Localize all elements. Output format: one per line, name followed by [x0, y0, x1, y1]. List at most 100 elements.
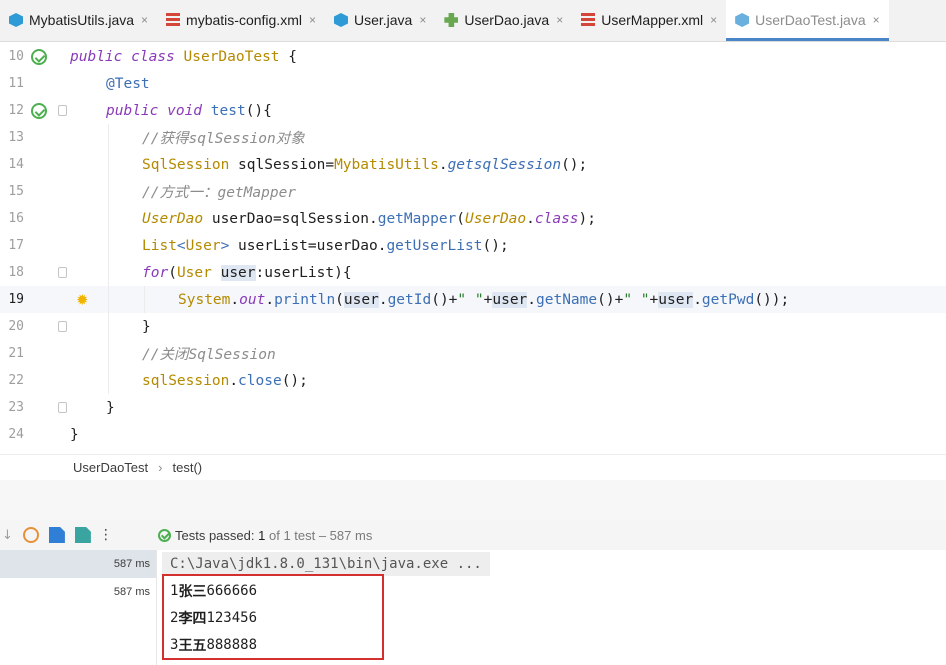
tab-mybatisutils[interactable]: MybatisUtils.java × [0, 0, 157, 41]
export-tests-icon[interactable] [74, 527, 91, 543]
tab-label: UserDaoTest.java [755, 12, 866, 28]
code-line[interactable]: 21 //关闭SqlSession [0, 340, 946, 367]
breadcrumb-item-class[interactable]: UserDaoTest [73, 460, 148, 475]
code-editor[interactable]: 10 public class UserDaoTest { 11 @Test 1… [0, 43, 946, 454]
indent-guide [108, 286, 109, 313]
fold-icon[interactable] [58, 105, 67, 116]
line-number: 14 [8, 157, 24, 172]
code-text: System.out.println(user.getId()+" "+user… [178, 291, 790, 308]
tab-user[interactable]: User.java × [325, 0, 435, 41]
code-line[interactable]: 10 public class UserDaoTest { [0, 43, 946, 70]
test-passed-icon [158, 528, 171, 542]
code-text: SqlSession sqlSession=MybatisUtils.getsq… [142, 156, 588, 173]
line-number: 20 [8, 319, 24, 334]
code-line[interactable]: 18 for(User user:userList){ [0, 259, 946, 286]
code-text: UserDao userDao=sqlSession.getMapper(Use… [142, 210, 596, 227]
code-line[interactable]: 14 SqlSession sqlSession=MybatisUtils.ge… [0, 151, 946, 178]
breadcrumb-separator: › [158, 460, 163, 475]
code-text: @Test [106, 75, 150, 92]
code-line[interactable]: 13 //获得sqlSession对象 [0, 124, 946, 151]
indent-guide [144, 286, 145, 313]
java-class-icon [333, 13, 348, 27]
code-line[interactable]: 11 @Test [0, 70, 946, 97]
indent-guide [108, 313, 109, 340]
tab-usermapper[interactable]: UserMapper.xml × [572, 0, 726, 41]
indent-guide [108, 259, 109, 286]
fold-icon[interactable] [58, 402, 67, 413]
java-class-icon [9, 13, 23, 27]
tab-mybatis-config[interactable]: mybatis-config.xml × [157, 0, 325, 41]
line-number: 16 [8, 211, 24, 226]
breadcrumb-item-method[interactable]: test() [172, 460, 202, 475]
tab-userdao[interactable]: UserDao.java × [435, 0, 572, 41]
code-text: sqlSession.close(); [142, 372, 308, 389]
breadcrumb: UserDaoTest › test() [0, 454, 946, 480]
xml-file-icon [166, 13, 181, 27]
close-icon[interactable]: × [419, 13, 426, 27]
code-text: List<User> userList=userDao.getUserList(… [142, 237, 509, 254]
test-tree-row[interactable]: 587 ms [0, 550, 156, 578]
sort-down-icon[interactable]: ↓ [2, 528, 13, 543]
code-line[interactable]: 15 //方式一：getMapper [0, 178, 946, 205]
highlight-box [162, 574, 384, 660]
editor-tab-bar: MybatisUtils.java × mybatis-config.xml ×… [0, 0, 946, 42]
tab-label: User.java [353, 12, 413, 28]
more-options-icon[interactable]: ⋮ [99, 527, 113, 543]
test-tree-row[interactable]: 587 ms [0, 578, 156, 606]
run-test-icon[interactable] [31, 48, 47, 65]
import-tests-icon[interactable] [48, 527, 65, 543]
duration-label: 587 ms [113, 586, 150, 598]
code-text: for(User user:userList){ [142, 264, 352, 281]
code-line[interactable]: 20 } [0, 313, 946, 340]
test-tree: 587 ms 587 ms [0, 550, 157, 665]
indent-guide [108, 151, 109, 178]
line-number: 13 [8, 130, 24, 145]
code-line[interactable]: 12 public void test(){ [0, 97, 946, 124]
indent-guide [108, 367, 109, 394]
tab-label: MybatisUtils.java [29, 12, 135, 28]
line-number: 19 [8, 292, 24, 307]
line-number: 24 [8, 427, 24, 442]
current-code-line[interactable]: 19 ✹ System.out.println(user.getId()+" "… [0, 286, 946, 313]
line-number: 22 [8, 373, 24, 388]
code-line[interactable]: 22 sqlSession.close(); [0, 367, 946, 394]
test-status: Tests passed: 1 of 1 test – 587 ms [158, 528, 372, 543]
close-icon[interactable]: × [556, 13, 563, 27]
close-icon[interactable]: × [141, 13, 148, 27]
indent-guide [108, 205, 109, 232]
status-label: Tests passed: [175, 527, 255, 543]
code-line[interactable]: 16 UserDao userDao=sqlSession.getMapper(… [0, 205, 946, 232]
run-test-icon[interactable] [31, 102, 47, 119]
code-text: } [70, 426, 79, 443]
line-number: 15 [8, 184, 24, 199]
panel-divider[interactable] [0, 480, 946, 520]
code-line[interactable]: 24 } [0, 421, 946, 448]
fold-icon[interactable] [58, 267, 67, 278]
code-line[interactable]: 23 } [0, 394, 946, 421]
history-icon[interactable] [22, 527, 39, 543]
line-number: 11 [8, 76, 24, 91]
close-icon[interactable]: × [309, 13, 316, 27]
run-toolbar: ↓ ⋮ Tests passed: 1 of 1 test – 587 ms [0, 520, 946, 550]
tab-label: UserMapper.xml [601, 12, 704, 28]
command-line[interactable]: C:\Java\jdk1.8.0_131\bin\java.exe ... [162, 552, 490, 576]
line-number: 23 [8, 400, 24, 415]
line-number: 21 [8, 346, 24, 361]
interface-icon [444, 13, 459, 27]
code-text: //关闭SqlSession [142, 347, 276, 363]
fold-icon[interactable] [58, 321, 67, 332]
test-class-icon [735, 13, 750, 27]
code-line[interactable]: 17 List<User> userList=userDao.getUserLi… [0, 232, 946, 259]
tab-userdaotest[interactable]: UserDaoTest.java × [726, 0, 889, 41]
code-text: } [142, 318, 151, 335]
status-detail: of 1 test – 587 ms [268, 527, 373, 543]
passed-count: 1 [258, 527, 266, 543]
line-number: 17 [8, 238, 24, 253]
code-text: public class UserDaoTest { [70, 48, 297, 65]
code-text: //方式一：getMapper [142, 185, 297, 201]
close-icon[interactable]: × [873, 13, 880, 27]
lightbulb-icon[interactable]: ✹ [76, 291, 89, 309]
tab-label: UserDao.java [464, 12, 550, 28]
tab-label: mybatis-config.xml [186, 12, 302, 28]
close-icon[interactable]: × [710, 13, 717, 27]
